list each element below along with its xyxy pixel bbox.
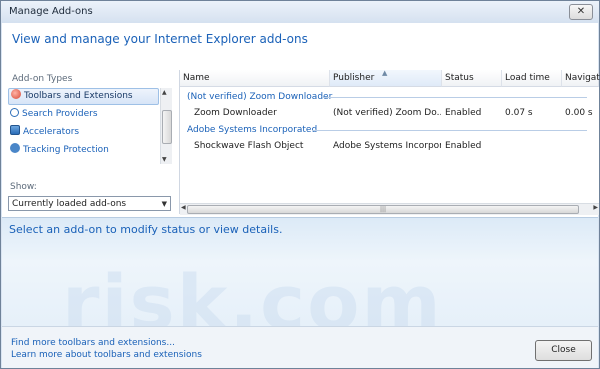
cell-name: Zoom Downloader	[194, 108, 277, 118]
cell-navigation: 0.00 s	[565, 108, 593, 118]
manage-addons-window: Manage Add-ons ✕ View and manage your In…	[0, 0, 600, 369]
scroll-left-icon[interactable]: ◀	[181, 204, 186, 211]
show-dropdown-value: Currently loaded add-ons	[12, 199, 127, 209]
column-header-navigation[interactable]: Navigati	[562, 70, 600, 87]
chevron-down-icon: ▼	[161, 200, 167, 208]
column-header-label: Publisher	[333, 73, 375, 83]
title-bar: Manage Add-ons ✕	[1, 1, 599, 23]
scroll-up-icon[interactable]: ▲	[162, 89, 167, 96]
addon-type-search-providers[interactable]: Search Providers	[8, 106, 158, 122]
group-name: Adobe Systems Incorporated	[187, 125, 318, 135]
search-icon	[10, 108, 19, 117]
cell-name: Shockwave Flash Object	[194, 141, 304, 151]
show-dropdown[interactable]: Currently loaded add-ons ▼	[8, 196, 171, 211]
scroll-down-icon[interactable]: ▼	[162, 156, 167, 163]
learn-more-toolbars-link[interactable]: Learn more about toolbars and extensions	[11, 350, 202, 360]
cell-status: Enabled	[445, 108, 482, 118]
cell-load-time: 0.07 s	[505, 108, 533, 118]
addon-type-label: Search Providers	[22, 109, 98, 119]
addon-type-toolbars[interactable]: Toolbars and Extensions	[8, 88, 159, 105]
scrollbar-thumb[interactable]	[162, 110, 172, 144]
column-header-status[interactable]: Status	[442, 70, 502, 87]
addon-types-list: Toolbars and Extensions Search Providers…	[8, 88, 159, 164]
cell-status: Enabled	[445, 141, 482, 151]
accelerators-icon	[10, 125, 20, 135]
grid-horizontal-scrollbar[interactable]: ◀ ||| ▶	[180, 203, 599, 215]
window-title: Manage Add-ons	[9, 6, 93, 17]
sort-ascending-icon: ▲	[382, 69, 388, 77]
footer: Find more toolbars and extensions... Lea…	[2, 326, 598, 368]
close-button[interactable]: Close	[535, 340, 592, 361]
table-row[interactable]: Zoom Downloader (Not verified) Zoom Do..…	[180, 105, 599, 121]
toolbars-icon	[11, 89, 21, 99]
group-header: Adobe Systems Incorporated	[180, 123, 599, 137]
window-close-button[interactable]: ✕	[569, 4, 593, 20]
table-row[interactable]: Shockwave Flash Object Adobe Systems Inc…	[180, 138, 599, 154]
scrollbar-thumb[interactable]: |||	[187, 205, 579, 214]
addons-grid: Name ▲ Publisher Status Load time Naviga…	[179, 69, 600, 215]
addon-types-panel: Add-on Types Toolbars and Extensions Sea…	[2, 70, 177, 211]
addon-type-accelerators[interactable]: Accelerators	[8, 124, 158, 140]
addon-type-label: Tracking Protection	[23, 145, 109, 155]
group-divider	[312, 130, 587, 131]
addon-types-label: Add-on Types	[12, 74, 73, 84]
addon-type-label: Accelerators	[23, 127, 80, 137]
tracking-protection-icon	[10, 143, 20, 153]
group-header: (Not verified) Zoom Downloader	[180, 90, 599, 104]
dialog-client: View and manage your Internet Explorer a…	[2, 23, 600, 368]
cell-publisher: Adobe Systems Incorpor...	[333, 141, 441, 151]
scroll-right-icon[interactable]: ▶	[593, 204, 598, 211]
column-header-name[interactable]: Name	[180, 70, 330, 87]
column-header-publisher[interactable]: ▲ Publisher	[330, 69, 442, 87]
group-name: (Not verified) Zoom Downloader	[187, 92, 333, 102]
show-label: Show:	[10, 182, 37, 192]
find-more-toolbars-link[interactable]: Find more toolbars and extensions...	[11, 338, 175, 348]
addon-type-label: Toolbars and Extensions	[24, 91, 133, 101]
details-prompt: Select an add-on to modify status or vie…	[9, 223, 283, 236]
group-divider	[322, 97, 587, 98]
page-title: View and manage your Internet Explorer a…	[12, 32, 308, 46]
details-area: risk.com Select an add-on to modify stat…	[2, 217, 598, 347]
cell-publisher: (Not verified) Zoom Do...	[333, 108, 441, 118]
header-band: View and manage your Internet Explorer a…	[2, 23, 598, 65]
addon-types-scrollbar[interactable]: ▲ ▼	[160, 88, 172, 164]
column-header-load-time[interactable]: Load time	[502, 70, 562, 87]
addon-type-tracking-protection[interactable]: Tracking Protection	[8, 142, 158, 158]
